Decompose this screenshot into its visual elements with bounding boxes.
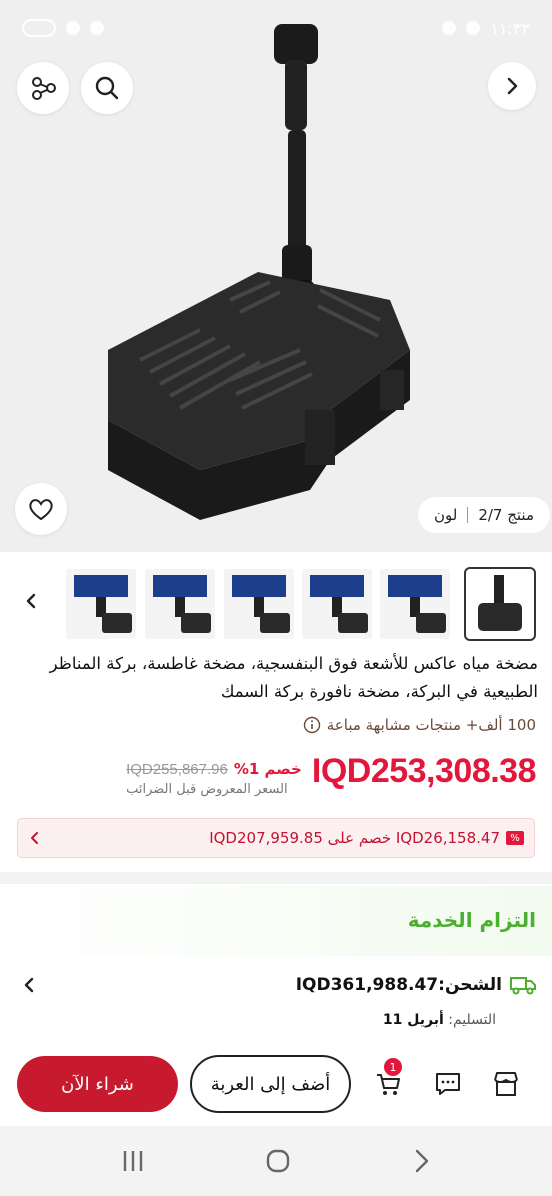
service-commitment[interactable]: التزام الخدمة [0, 886, 552, 956]
product-image-gallery[interactable]: منتج 2/7 لون [0, 0, 552, 552]
delivery-info: التسليم: أبريل 11 [383, 1012, 496, 1028]
section-divider [0, 872, 552, 884]
search-icon [95, 76, 119, 100]
system-nav-bar [0, 1126, 552, 1196]
search-button[interactable] [81, 62, 133, 114]
coupon-icon: % [506, 831, 524, 845]
thumbnail-strip[interactable] [0, 564, 552, 644]
shipping-row[interactable]: الشحن:IQD361,988.47 [296, 974, 536, 996]
coupon-banner[interactable]: % IQD26,158.47 خصم على IQD207,959.85 [17, 818, 535, 858]
share-icon [32, 77, 56, 100]
share-button[interactable] [17, 62, 69, 114]
cart-badge: 1 [384, 1058, 402, 1076]
price-block: IQD253,308.38 خصم 1% IQD255,867.96 السعر… [126, 752, 536, 797]
shipping-label: الشحن:IQD361,988.47 [295, 975, 502, 995]
sold-count: 100 ألف+ منتجات مشابهة مباعة [303, 716, 536, 734]
wifi-icon [90, 21, 104, 35]
variant-label: لون [433, 506, 458, 524]
thumbnail[interactable] [302, 569, 372, 639]
image-counter: منتج 2/7 [478, 506, 534, 524]
action-bar: شراء الآن أضف إلى العربة 1 [0, 1050, 552, 1122]
delivery-label: التسليم: [448, 1012, 496, 1028]
info-icon[interactable] [303, 716, 321, 734]
pretax-note: السعر المعروض قبل الضرائب [126, 782, 288, 797]
sold-text: 100 ألف+ منتجات مشابهة مباعة [326, 716, 536, 734]
thumbnail[interactable] [145, 569, 215, 639]
truck-icon [510, 977, 536, 995]
status-time: ١١:٣٢ [490, 18, 530, 38]
status-bar: ١١:٣٢ [0, 0, 552, 56]
divider [467, 507, 469, 523]
cart-button[interactable]: 1 [372, 1058, 404, 1100]
wishlist-button[interactable] [15, 483, 67, 535]
thumbnail-selected[interactable] [464, 567, 536, 641]
chevron-right-icon [507, 77, 518, 95]
gallery-counter: منتج 2/7 لون [417, 497, 550, 533]
chat-icon [436, 1073, 460, 1095]
original-price: IQD255,867.96 [126, 760, 228, 778]
current-price: IQD253,308.38 [311, 752, 537, 790]
battery-icon [22, 19, 56, 37]
messenger-icon [466, 21, 481, 35]
store-icon [494, 1072, 518, 1096]
product-title: مضخة مياه عاكس للأشعة فوق البنفسجية، مضخ… [49, 654, 538, 701]
signal-icon [66, 21, 80, 35]
buy-now-button[interactable]: شراء الآن [17, 1056, 178, 1112]
delivery-date: أبريل 11 [382, 1012, 444, 1028]
back-button[interactable] [488, 62, 536, 110]
thumbnail[interactable] [224, 569, 294, 639]
store-button[interactable] [490, 1068, 522, 1100]
service-title: التزام الخدمة [407, 908, 536, 932]
thumbnail[interactable] [380, 569, 450, 639]
thumbnail-scroll-button[interactable] [16, 586, 46, 616]
shipping-details-button[interactable] [16, 972, 42, 998]
heart-icon [29, 499, 53, 521]
home-icon[interactable] [264, 1147, 292, 1175]
chevron-left-icon [31, 832, 38, 844]
add-to-cart-button[interactable]: أضف إلى العربة [190, 1055, 351, 1113]
chevron-left-icon [26, 593, 36, 609]
chevron-left-icon [24, 977, 34, 993]
thumbnail[interactable] [66, 569, 136, 639]
back-nav-icon[interactable] [409, 1149, 433, 1173]
chat-button[interactable] [432, 1068, 464, 1100]
discount-badge: خصم 1% [233, 760, 302, 778]
coupon-text: IQD26,158.47 خصم على IQD207,959.85 [209, 829, 500, 847]
notification-icon [442, 21, 457, 35]
recent-apps-icon[interactable] [119, 1149, 147, 1173]
